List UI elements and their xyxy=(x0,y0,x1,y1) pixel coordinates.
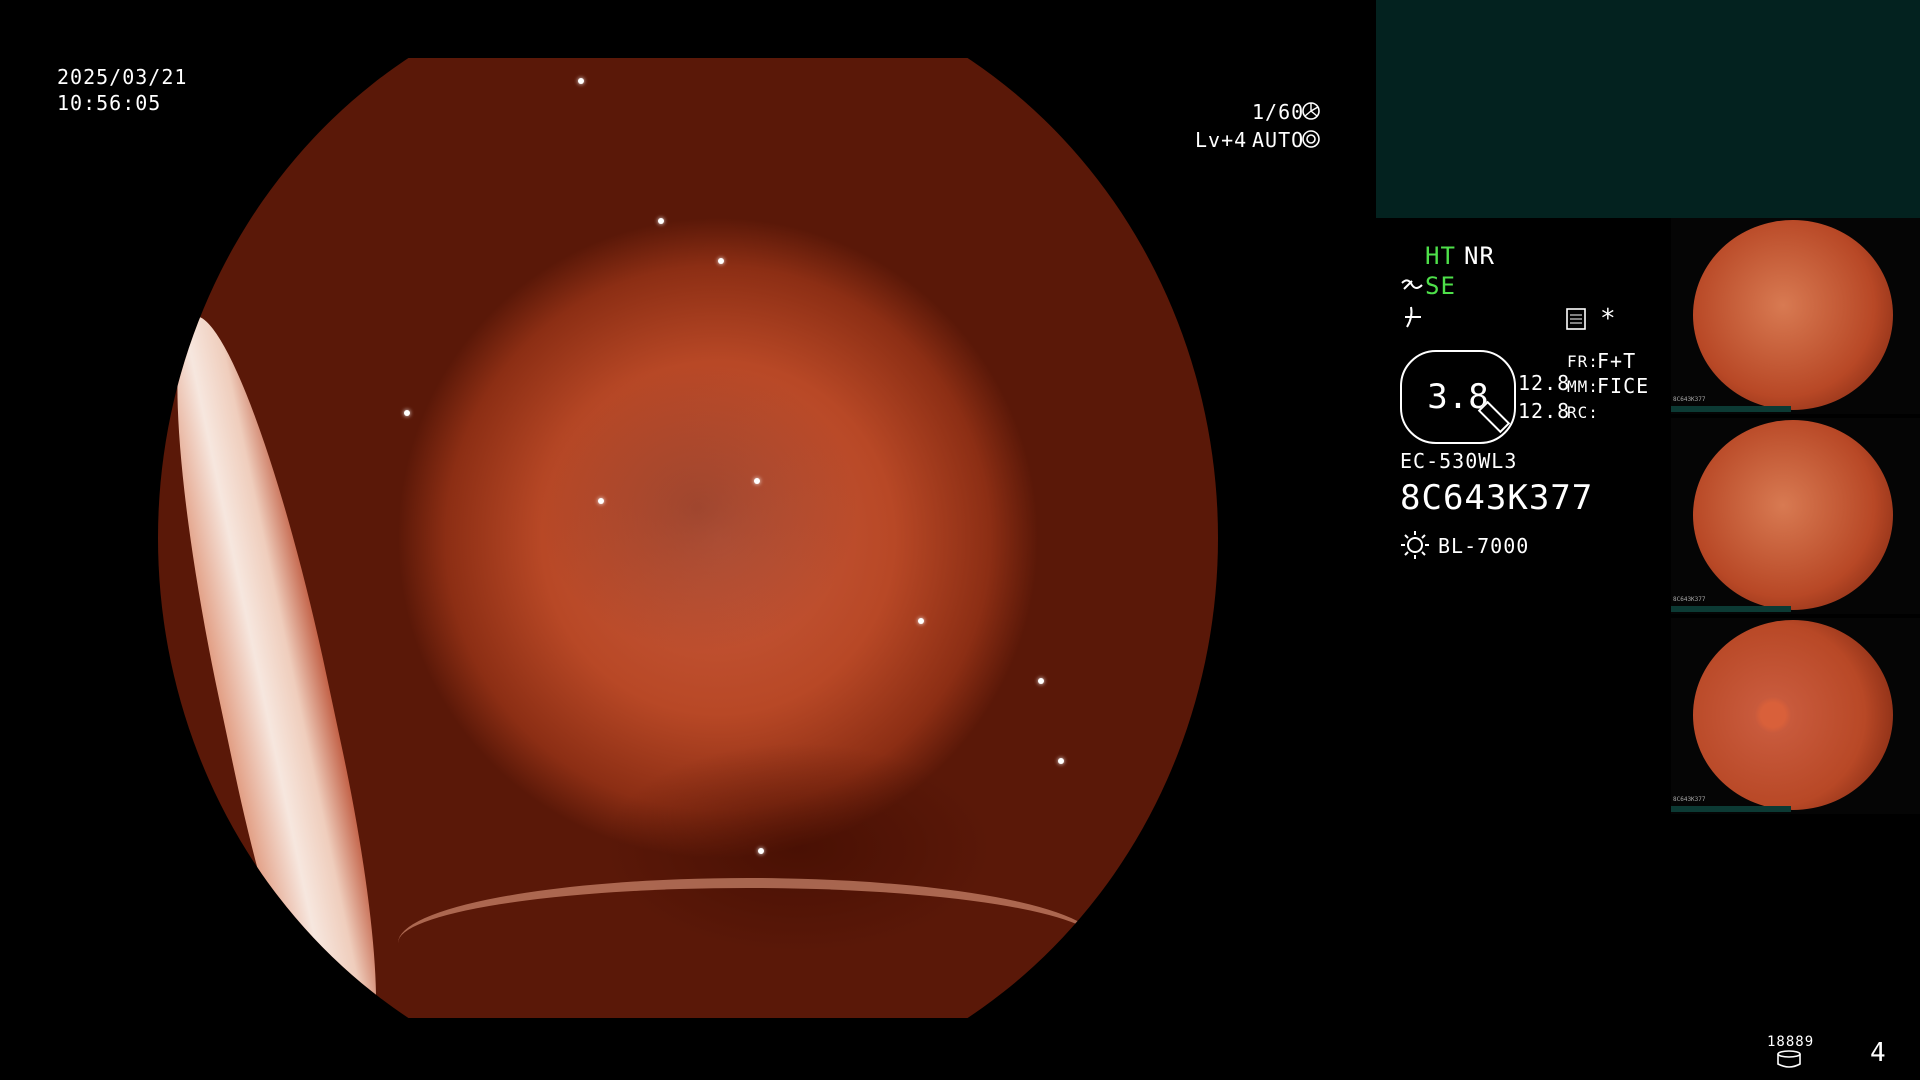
exposure-mode: AUTO xyxy=(1252,128,1305,152)
thumbnail-bar xyxy=(1671,406,1791,412)
scope-model: EC-530WL3 xyxy=(1400,449,1518,473)
mm-value: FICE xyxy=(1597,374,1650,398)
thumbnail-bar xyxy=(1671,806,1791,812)
specular-highlight xyxy=(1058,758,1064,764)
se-mode: SE xyxy=(1425,272,1456,300)
storage-icon xyxy=(1776,1050,1802,1072)
thumbnail-serial: 8C643K377 xyxy=(1673,396,1706,403)
time-label: 10:56:05 xyxy=(57,91,162,115)
specular-highlight xyxy=(578,78,584,84)
asterisk-marker: * xyxy=(1600,304,1617,334)
thumbnail-image xyxy=(1693,220,1893,410)
iris-icon xyxy=(1302,130,1320,152)
specular-highlight xyxy=(404,410,410,416)
specular-highlight xyxy=(758,848,764,854)
specular-highlight xyxy=(918,618,924,624)
info-panel-header xyxy=(1376,0,1920,218)
setting-value-b: 12.8 xyxy=(1518,399,1571,423)
specular-highlight xyxy=(598,498,604,504)
rc-label: RC: xyxy=(1567,403,1599,422)
shutter-speed: 1/60 xyxy=(1252,100,1305,124)
storage-count: 18889 xyxy=(1767,1034,1815,1050)
mucosal-fold xyxy=(158,304,406,1072)
brightness-level: Lv+4 xyxy=(1195,128,1248,152)
thumbnail-1[interactable]: 8C643K377 xyxy=(1671,218,1920,414)
shutter-icon xyxy=(1302,102,1320,124)
date-label: 2025/03/21 xyxy=(57,65,188,89)
thumbnail-3[interactable]: 8C643K377 xyxy=(1671,618,1920,814)
endoscope-main-view xyxy=(158,58,1218,1072)
record-icon xyxy=(1566,308,1586,334)
fr-label: FR: xyxy=(1567,352,1599,371)
nr-mode: NR xyxy=(1464,242,1495,270)
light-source-icon xyxy=(1400,530,1430,564)
mucosal-fold xyxy=(398,878,1098,1008)
color-enhance-icon xyxy=(1403,305,1425,333)
thumbnail-image xyxy=(1693,620,1893,810)
thumbnail-2[interactable]: 8C643K377 xyxy=(1671,418,1920,614)
setting-value-a: 12.8 xyxy=(1518,371,1571,395)
specular-highlight xyxy=(754,478,760,484)
thumbnail-serial: 8C643K377 xyxy=(1673,596,1706,603)
light-source-model: BL-7000 xyxy=(1438,534,1530,558)
thumbnail-serial: 8C643K377 xyxy=(1673,796,1706,803)
ht-mode: HT xyxy=(1425,242,1456,270)
scope-serial: 8C643K377 xyxy=(1400,478,1594,518)
frame-number: 4 xyxy=(1870,1038,1887,1068)
specular-highlight xyxy=(1038,678,1044,684)
thumbnail-image xyxy=(1693,420,1893,610)
specular-highlight xyxy=(718,258,724,264)
fr-value: F+T xyxy=(1597,349,1637,373)
mm-label: MM: xyxy=(1567,377,1599,396)
thumbnail-bar xyxy=(1671,606,1791,612)
structure-enhance-icon xyxy=(1400,275,1424,301)
specular-highlight xyxy=(658,218,664,224)
